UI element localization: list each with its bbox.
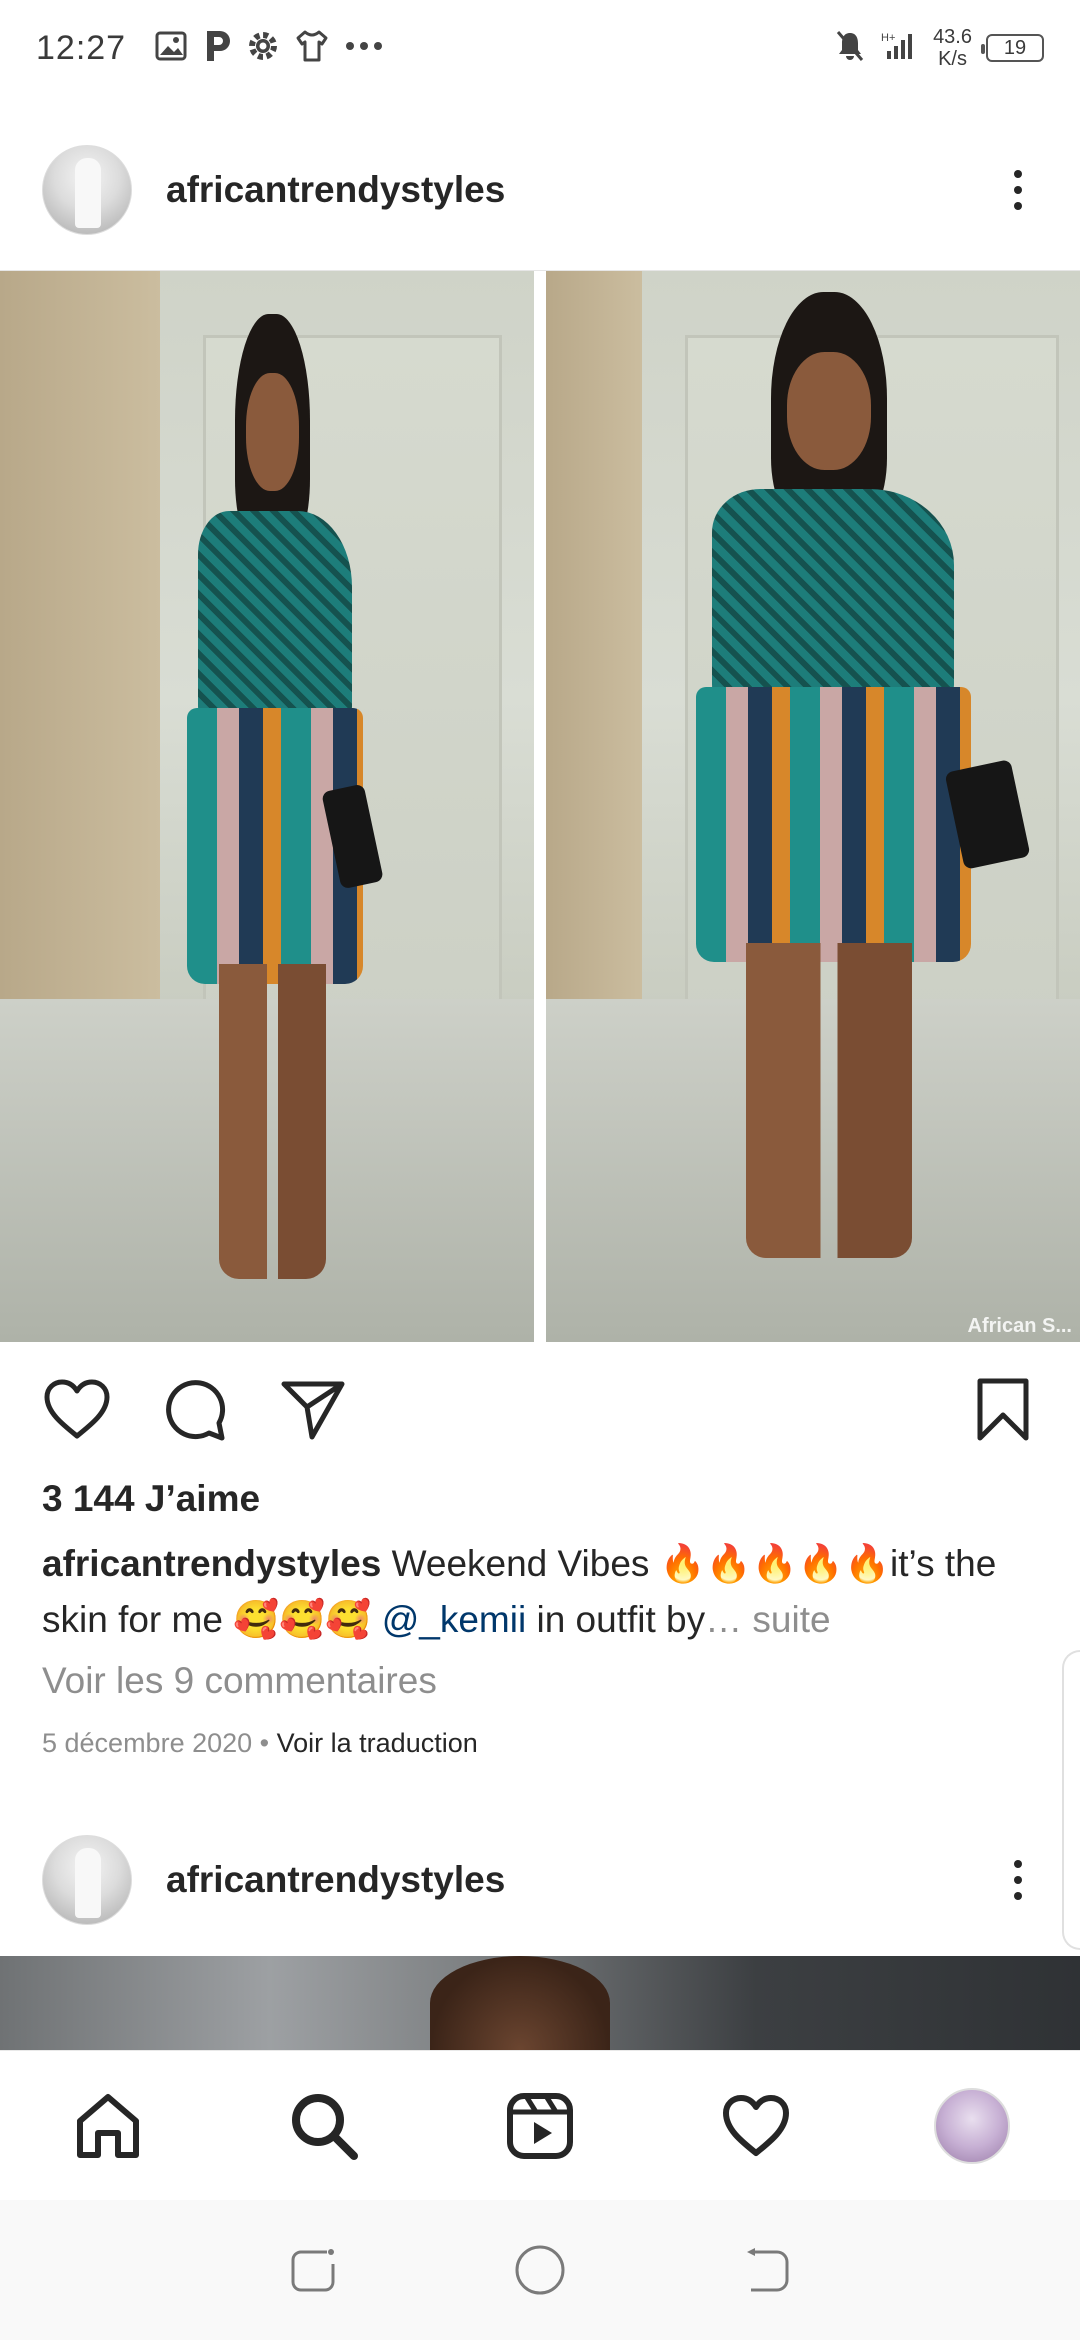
post-image[interactable]: African S...	[0, 270, 1080, 1342]
more-dot	[1014, 1892, 1022, 1900]
signal-icon: H+	[879, 29, 919, 68]
status-time: 12:27	[36, 28, 127, 67]
system-navigation	[0, 2200, 1080, 2340]
post-actions	[0, 1360, 1080, 1460]
status-notification-icons	[154, 29, 384, 68]
profile-avatar	[934, 2087, 1010, 2164]
heart-icon	[723, 2094, 789, 2156]
post-username[interactable]: africantrendystyles	[166, 169, 505, 211]
post-photo-right: African S...	[546, 271, 1080, 1342]
battery-level: 19	[1003, 36, 1027, 59]
view-comments-link[interactable]: Voir les 9 commentaires	[42, 1660, 437, 1702]
shirt-icon	[294, 29, 330, 68]
post-header: africantrendystyles	[0, 130, 1080, 250]
meta-separator: •	[252, 1728, 277, 1758]
next-post-header: africantrendystyles	[0, 1820, 1080, 1940]
recents-button[interactable]	[283, 2240, 343, 2300]
bookmark-icon	[977, 1378, 1029, 1441]
share-button[interactable]	[276, 1373, 350, 1447]
home-icon	[77, 2093, 139, 2158]
battery-indicator: 19	[981, 34, 1044, 62]
caption-text-end: in outfit by	[526, 1599, 706, 1640]
caption-mention[interactable]: @_kemii	[382, 1599, 526, 1640]
avatar[interactable]	[42, 145, 132, 235]
circle-icon	[515, 2245, 565, 2295]
next-post-image[interactable]	[0, 1956, 1080, 2050]
network-speed-unit: K/s	[938, 48, 967, 70]
post-caption: africantrendystyles Weekend Vibes 🔥🔥🔥🔥🔥i…	[42, 1536, 1042, 1648]
caption-username[interactable]: africantrendystyles	[42, 1543, 381, 1584]
next-post-more-button[interactable]	[998, 1850, 1038, 1910]
send-icon	[281, 1381, 345, 1440]
home-button[interactable]	[510, 2240, 570, 2300]
comment-icon	[166, 1380, 226, 1441]
bottom-navigation	[0, 2050, 1080, 2200]
post-meta: 5 décembre 2020 • Voir la traduction	[42, 1728, 478, 1759]
p-icon	[202, 29, 232, 68]
search-icon	[292, 2093, 358, 2160]
status-bar: 12:27 H+ 43.6 K/s 19	[0, 0, 1080, 96]
more-dot	[1014, 170, 1022, 178]
svg-text:H+: H+	[881, 32, 895, 44]
image-watermark: African S...	[967, 1315, 1072, 1337]
post-date: 5 décembre 2020	[42, 1728, 253, 1758]
more-dot	[1014, 1860, 1022, 1868]
status-right: H+ 43.6 K/s 19	[835, 26, 1044, 70]
post-photo-left	[0, 271, 534, 1342]
more-dot	[1014, 186, 1022, 194]
comment-button[interactable]	[158, 1373, 232, 1447]
caption-more-link[interactable]: … suite	[705, 1599, 830, 1640]
more-dot	[1014, 202, 1022, 210]
nav-activity[interactable]	[718, 2088, 794, 2164]
more-dots-icon	[344, 29, 384, 68]
more-options-button[interactable]	[998, 160, 1038, 220]
next-post-username[interactable]: africantrendystyles	[166, 1859, 505, 1901]
gear-icon	[246, 29, 280, 68]
image-icon	[154, 29, 188, 68]
more-dot	[1014, 1876, 1022, 1884]
next-post-avatar[interactable]	[42, 1835, 132, 1925]
reels-icon	[507, 2092, 573, 2159]
nav-profile[interactable]	[934, 2087, 1010, 2164]
save-button[interactable]	[966, 1373, 1040, 1447]
recents-icon	[291, 2249, 335, 2292]
mute-icon	[835, 29, 865, 68]
nav-search[interactable]	[286, 2088, 362, 2164]
nav-reels[interactable]	[502, 2088, 578, 2164]
likes-count[interactable]: 3 144 J’aime	[42, 1478, 260, 1520]
translate-link[interactable]: Voir la traduction	[277, 1728, 478, 1758]
network-speed-value: 43.6	[933, 26, 972, 48]
heart-icon	[44, 1379, 110, 1439]
nav-home[interactable]	[70, 2088, 146, 2164]
back-button[interactable]	[737, 2240, 797, 2300]
back-icon	[746, 2248, 789, 2292]
network-speed: 43.6 K/s	[933, 26, 972, 70]
like-button[interactable]	[40, 1373, 114, 1447]
